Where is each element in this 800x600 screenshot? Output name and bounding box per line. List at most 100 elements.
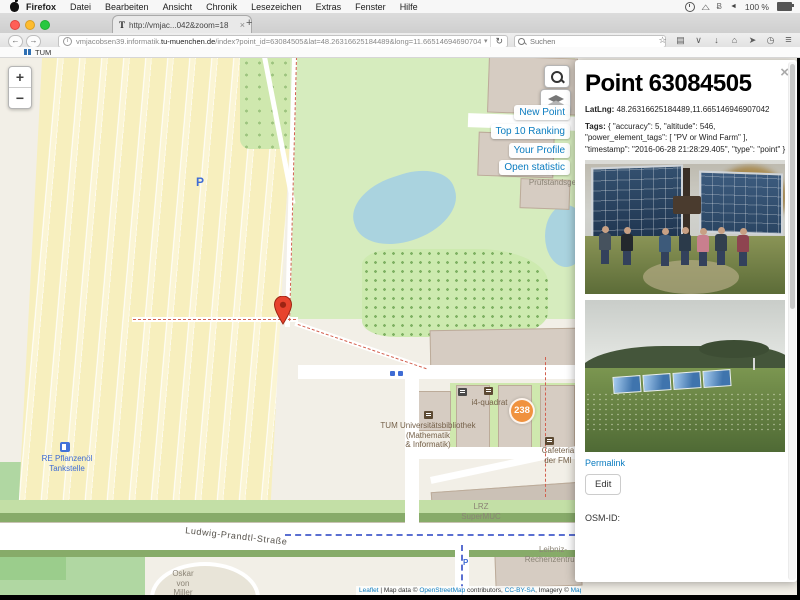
zoom-window-button[interactable] bbox=[40, 20, 50, 30]
bus-stop-badge: 238 bbox=[509, 398, 535, 424]
person-figure bbox=[679, 227, 691, 265]
url-dropdown-icon[interactable]: ▾ bbox=[481, 37, 491, 45]
top10-ranking-link[interactable]: Top 10 Ranking bbox=[491, 124, 571, 139]
volume-icon[interactable]: ◄ bbox=[730, 3, 737, 10]
panel-title: Point 63084505 bbox=[585, 70, 787, 98]
person-figure bbox=[715, 227, 727, 265]
poi-icon bbox=[458, 388, 467, 396]
home-icon[interactable]: ⌂ bbox=[729, 35, 740, 45]
open-statistic-link[interactable]: Open statistic bbox=[499, 160, 570, 175]
apple-icon[interactable] bbox=[10, 2, 19, 12]
path-red-dashed bbox=[545, 357, 546, 497]
tab-title: http://vmjac...042&zoom=18 bbox=[129, 21, 236, 30]
minimize-window-button[interactable] bbox=[25, 20, 35, 30]
menu-lesezeichen[interactable]: Lesezeichen bbox=[244, 2, 309, 12]
menu-bearbeiten[interactable]: Bearbeiten bbox=[98, 2, 156, 12]
fuel-station-label: RE Pflanzenöl Tankstelle bbox=[22, 454, 112, 473]
pv-mount-hub bbox=[673, 196, 701, 214]
menu-fenster[interactable]: Fenster bbox=[348, 2, 393, 12]
forward-button[interactable]: → bbox=[26, 35, 41, 48]
permalink-link[interactable]: Permalink bbox=[585, 458, 787, 468]
scrollbar-thumb[interactable] bbox=[790, 64, 795, 309]
menu-datei[interactable]: Datei bbox=[63, 2, 98, 12]
library-icon bbox=[424, 411, 433, 419]
toolbar-icons: ☆ ▤ ∨ ↓ ⌂ ➤ ◷ ≡ bbox=[657, 33, 794, 47]
menu-hilfe[interactable]: Hilfe bbox=[393, 2, 425, 12]
transit-icon bbox=[398, 371, 403, 376]
leaflet-link[interactable]: Leaflet bbox=[359, 587, 379, 594]
tum-favicon bbox=[24, 49, 31, 55]
tags-row: Tags: { "accuracy": 5, "altitude": 546, … bbox=[585, 121, 787, 156]
search-field[interactable] bbox=[514, 35, 666, 48]
menu-ansicht[interactable]: Ansicht bbox=[156, 2, 200, 12]
osm-id-label: OSM-ID: bbox=[585, 513, 787, 523]
pv-array-right bbox=[699, 171, 783, 236]
latlng-row: LatLng: 48.26316625184489,11.66514694690… bbox=[585, 104, 787, 116]
close-window-button[interactable] bbox=[10, 20, 20, 30]
photo-wildflowers bbox=[585, 392, 785, 432]
site-info-icon[interactable]: i bbox=[63, 37, 72, 46]
url-field[interactable]: i vmjacobsen39.informatik.tu-muenchen.de… bbox=[58, 35, 508, 48]
tags-value: { "accuracy": 5, "altitude": 546, "power… bbox=[585, 122, 785, 154]
history-icon[interactable]: ◷ bbox=[765, 35, 776, 46]
orchard bbox=[362, 249, 548, 337]
bookmarks-icon[interactable]: ▤ bbox=[675, 35, 686, 46]
downloads-icon[interactable]: ↓ bbox=[711, 35, 722, 45]
bookmarks-bar: TUM bbox=[0, 47, 800, 58]
search-input[interactable] bbox=[528, 36, 652, 47]
person-figure bbox=[599, 226, 611, 264]
person-figure bbox=[659, 228, 671, 266]
pv-panel bbox=[672, 371, 701, 390]
bluetooth-icon[interactable]: Ƀ bbox=[717, 2, 722, 11]
person-figure bbox=[697, 228, 709, 266]
menu-icon[interactable]: ≡ bbox=[783, 34, 794, 46]
edit-button[interactable]: Edit bbox=[585, 474, 621, 495]
new-point-link[interactable]: New Point bbox=[514, 105, 570, 120]
library-label: TUM Universitätsbibliothek (Mathematik &… bbox=[378, 421, 478, 450]
pv-panel bbox=[612, 375, 641, 394]
bookmark-star-icon[interactable]: ☆ bbox=[657, 35, 668, 46]
photo-pole bbox=[753, 358, 755, 370]
menu-chronik[interactable]: Chronik bbox=[199, 2, 244, 12]
point-detail-panel: × Point 63084505 LatLng: 48.263166251844… bbox=[575, 60, 797, 582]
cafeteria-icon bbox=[545, 437, 554, 445]
mapbox-link[interactable]: Mapbox bbox=[571, 587, 581, 594]
photo-pv-group bbox=[585, 160, 785, 294]
menu-firefox[interactable]: Firefox bbox=[19, 2, 63, 12]
screen: Firefox Datei Bearbeiten Ansicht Chronik… bbox=[0, 0, 800, 600]
panel-scrollbar bbox=[788, 62, 796, 580]
pv-panel bbox=[702, 369, 731, 388]
clock-icon[interactable] bbox=[685, 2, 695, 12]
pocket-icon[interactable]: ∨ bbox=[693, 35, 704, 46]
bookmark-tum[interactable]: TUM bbox=[35, 48, 51, 57]
map-attribution: Leaflet | Map data © OpenStreetMap contr… bbox=[356, 586, 581, 595]
road bbox=[298, 365, 575, 379]
latlng-value: 48.26316625184489,11.665146946907042 bbox=[617, 105, 770, 114]
reload-icon[interactable]: ↻ bbox=[490, 36, 507, 47]
person-figure bbox=[737, 228, 749, 266]
tab-close-icon[interactable]: × bbox=[240, 20, 245, 30]
zoom-control: + − bbox=[8, 66, 32, 109]
map-marker-pin[interactable] bbox=[274, 296, 292, 330]
new-tab-button[interactable]: + bbox=[246, 17, 252, 29]
menu-extras[interactable]: Extras bbox=[309, 2, 349, 12]
zoom-out-button[interactable]: − bbox=[9, 88, 31, 108]
hedge bbox=[0, 550, 575, 557]
screenshot-bottom-bar bbox=[0, 595, 800, 600]
map-search-icon bbox=[551, 71, 563, 83]
zoom-in-button[interactable]: + bbox=[9, 67, 31, 88]
photo-pv-meadow bbox=[585, 300, 785, 452]
back-button[interactable]: ← bbox=[8, 35, 23, 48]
battery-icon[interactable] bbox=[777, 2, 792, 11]
wifi-icon[interactable]: △ bbox=[702, 3, 710, 11]
lrz-supermuc-label: LRZ SuperMUC bbox=[450, 502, 512, 521]
ccbysa-link[interactable]: CC-BY-SA bbox=[505, 587, 535, 594]
map-search-button[interactable] bbox=[544, 65, 570, 88]
osm-link[interactable]: OpenStreetMap bbox=[419, 587, 465, 594]
path-red-dashed bbox=[133, 319, 296, 320]
tab-bar: T http://vmjac...042&zoom=18 × + bbox=[0, 13, 800, 34]
browser-tab[interactable]: T http://vmjac...042&zoom=18 × bbox=[112, 15, 252, 34]
send-tab-icon[interactable]: ➤ bbox=[747, 35, 758, 46]
fuel-station-icon bbox=[60, 442, 70, 452]
your-profile-link[interactable]: Your Profile bbox=[509, 143, 570, 158]
